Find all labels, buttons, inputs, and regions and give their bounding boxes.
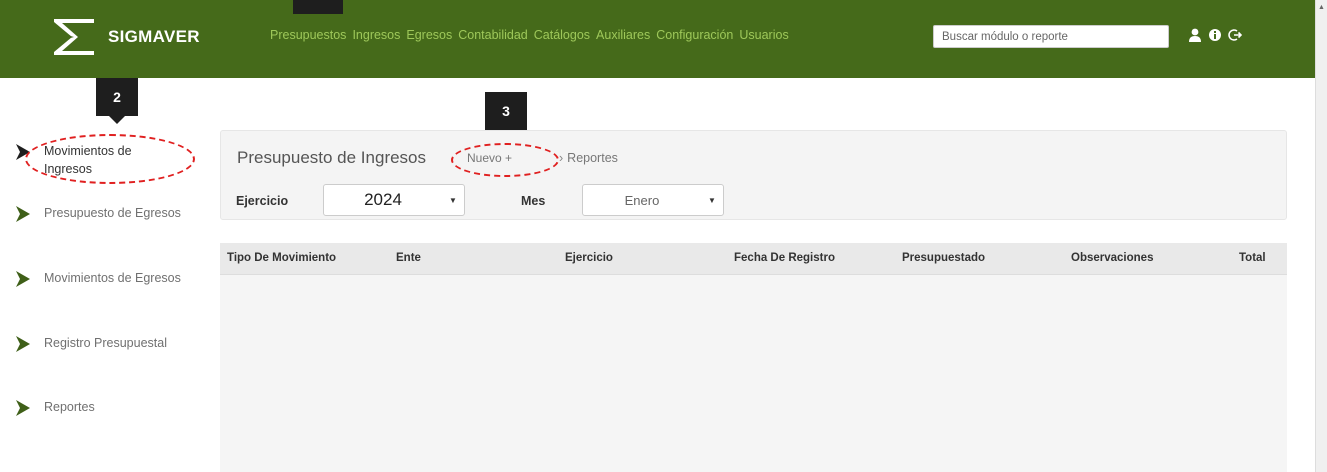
app-name: SIGMAVER (108, 27, 200, 46)
sidebar-item-movimientos-ingresos[interactable]: Movimientos de Ingresos (14, 142, 214, 178)
sidebar-item-label: Presupuesto de Egresos (44, 206, 181, 220)
page-title: Presupuesto de Ingresos (237, 148, 427, 167)
chevron-right-icon (16, 271, 30, 287)
chevron-right-icon (16, 336, 30, 352)
dropdown-arrow-icon: ▼ (449, 195, 457, 205)
sidebar-item-movimientos-egresos[interactable]: Movimientos de Egresos (14, 269, 214, 289)
mes-label: Mes (521, 194, 546, 208)
main-nav: Presupuestos Ingresos Egresos Contabilid… (270, 28, 789, 42)
reports-link[interactable]: Reportes (559, 151, 618, 165)
mes-select[interactable]: Enero ▼ (582, 184, 724, 216)
sigma-logo-icon (54, 19, 94, 55)
header-icons (1188, 27, 1243, 43)
scroll-up-arrow-icon[interactable]: ▲ (1318, 4, 1325, 11)
nav-item-contabilidad[interactable]: Contabilidad (458, 28, 528, 42)
ejercicio-select[interactable]: 2024 ▼ (323, 184, 465, 216)
sidebar-item-label: Registro Presupuestal (44, 336, 167, 350)
nav-item-ingresos[interactable]: Ingresos (352, 28, 400, 42)
column-header-presupuestado[interactable]: Presupuestado (902, 252, 985, 264)
column-header-fecha-registro[interactable]: Fecha De Registro (734, 252, 835, 264)
column-header-ente[interactable]: Ente (396, 252, 421, 264)
dropdown-arrow-icon: ▼ (708, 195, 716, 205)
chevron-right-icon (16, 206, 30, 222)
nav-callout-marker (293, 0, 343, 14)
vertical-scrollbar[interactable] (1315, 0, 1327, 472)
nav-item-catalogos[interactable]: Catálogos (534, 28, 590, 42)
sidebar-item-presupuesto-egresos[interactable]: Presupuesto de Egresos (14, 204, 214, 224)
column-header-tipo-movimiento[interactable]: Tipo De Movimiento (227, 252, 336, 264)
nav-item-egresos[interactable]: Egresos (406, 28, 452, 42)
column-header-observaciones[interactable]: Observaciones (1071, 252, 1153, 264)
new-button[interactable]: Nuevo + (467, 151, 512, 165)
user-icon[interactable] (1188, 27, 1202, 43)
nav-item-auxiliares[interactable]: Auxiliares (596, 28, 650, 42)
logout-icon[interactable] (1228, 27, 1243, 43)
ejercicio-label: Ejercicio (236, 194, 289, 208)
column-header-ejercicio[interactable]: Ejercicio (565, 252, 613, 264)
search-input[interactable] (933, 25, 1169, 48)
callout-badge-3: 3 (485, 92, 527, 138)
nav-item-configuracion[interactable]: Configuración (656, 28, 733, 42)
mes-value: Enero (624, 192, 660, 208)
chevron-right-icon (16, 144, 30, 160)
sidebar-item-label: Reportes (44, 400, 95, 414)
sidebar-item-reportes[interactable]: Reportes (14, 398, 214, 418)
column-header-total[interactable]: Total (1239, 252, 1266, 264)
nav-item-presupuestos[interactable]: Presupuestos (270, 28, 346, 42)
ejercicio-value: 2024 (364, 190, 402, 209)
callout-badge-2: 2 (96, 78, 138, 124)
app-logo[interactable]: SIGMAVER (50, 12, 220, 62)
nav-item-usuarios[interactable]: Usuarios (739, 28, 788, 42)
info-icon[interactable] (1208, 27, 1222, 43)
sidebar-item-label: Movimientos de Ingresos (44, 144, 132, 176)
sidebar-item-registro-presupuestal[interactable]: Registro Presupuestal (14, 334, 214, 354)
sidebar-item-label: Movimientos de Egresos (44, 271, 181, 285)
table-body (220, 275, 1287, 472)
chevron-right-icon (16, 400, 30, 416)
